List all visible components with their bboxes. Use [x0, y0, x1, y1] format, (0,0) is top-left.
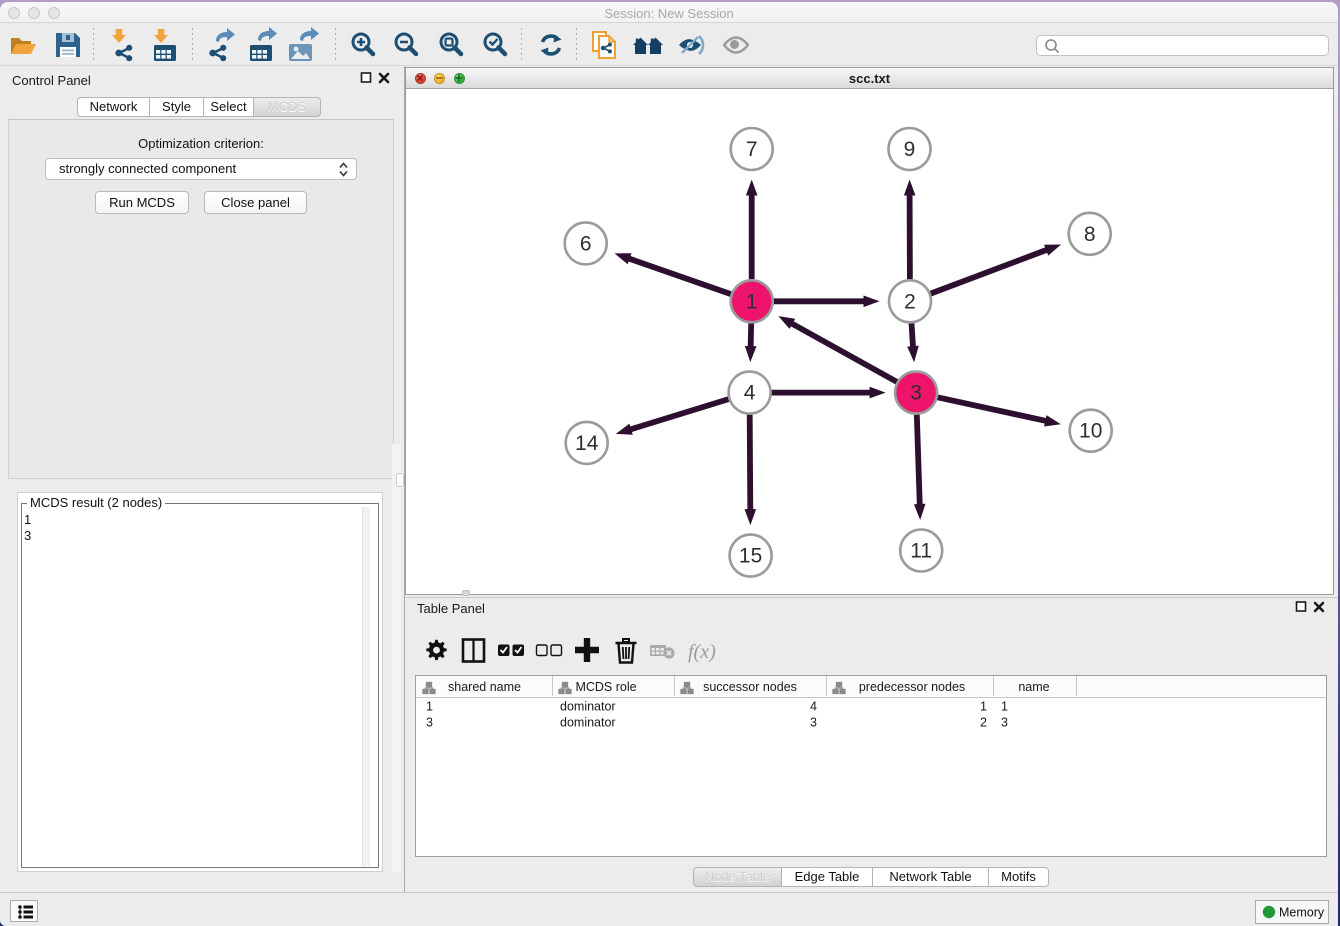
svg-text:f(x): f(x) — [688, 641, 716, 663]
svg-text:9: 9 — [904, 138, 916, 161]
svg-text:Memory: Memory — [1279, 906, 1325, 920]
svg-text:10: 10 — [1079, 420, 1102, 443]
svg-text:3: 3 — [426, 716, 433, 730]
svg-text:1: 1 — [426, 700, 433, 714]
svg-text:predecessor nodes: predecessor nodes — [859, 680, 965, 694]
svg-text:3: 3 — [910, 382, 922, 405]
svg-text:4: 4 — [810, 700, 817, 714]
svg-text:1: 1 — [746, 290, 758, 313]
svg-text:shared name: shared name — [448, 680, 521, 694]
svg-text:15: 15 — [739, 545, 762, 568]
svg-text:6: 6 — [580, 232, 592, 255]
svg-text:2: 2 — [980, 716, 987, 730]
svg-text:dominator: dominator — [560, 716, 616, 730]
svg-text:successor nodes: successor nodes — [703, 680, 797, 694]
svg-text:3: 3 — [1001, 716, 1008, 730]
svg-text:name: name — [1018, 680, 1049, 694]
svg-text:2: 2 — [904, 290, 916, 313]
svg-text:MCDS role: MCDS role — [575, 680, 636, 694]
svg-text:7: 7 — [746, 138, 758, 161]
svg-text:1: 1 — [1001, 700, 1008, 714]
svg-text:8: 8 — [1084, 223, 1096, 246]
svg-text:3: 3 — [810, 716, 817, 730]
svg-text:dominator: dominator — [560, 700, 616, 714]
svg-text:1: 1 — [980, 700, 987, 714]
svg-text:4: 4 — [744, 382, 756, 405]
svg-text:14: 14 — [575, 432, 599, 455]
svg-text:11: 11 — [910, 540, 932, 563]
